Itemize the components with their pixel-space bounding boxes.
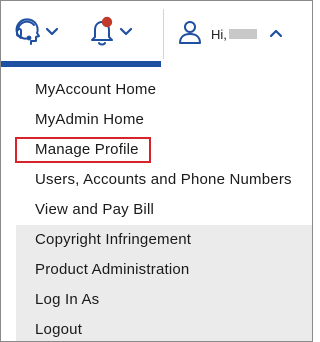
primary-menu-group: MyAccount Home MyAdmin Home Manage Profi… [16, 75, 312, 225]
top-navigation-bar: Hi, [1, 1, 312, 67]
chevron-down-icon [119, 24, 133, 42]
support-menu-button[interactable] [13, 15, 61, 51]
bell-icon [87, 15, 117, 52]
notification-dot [101, 16, 113, 27]
username-redacted [228, 29, 257, 39]
active-section-indicator [1, 61, 161, 67]
user-menu-button[interactable]: Hi, [177, 17, 309, 51]
menu-item-copyright-infringement[interactable]: Copyright Infringement [16, 225, 312, 255]
user-icon [177, 19, 203, 50]
chevron-down-icon [45, 24, 59, 42]
headset-support-icon [13, 16, 41, 51]
menu-item-myadmin-home[interactable]: MyAdmin Home [16, 105, 312, 135]
menu-item-log-in-as[interactable]: Log In As [16, 285, 312, 315]
user-greeting: Hi, [211, 26, 227, 42]
menu-item-manage-profile[interactable]: Manage Profile [16, 135, 312, 165]
user-dropdown-menu: MyAccount Home MyAdmin Home Manage Profi… [16, 75, 312, 341]
secondary-menu-group: Copyright Infringement Product Administr… [16, 225, 312, 341]
menu-item-myaccount-home[interactable]: MyAccount Home [16, 75, 312, 105]
header-divider [163, 9, 164, 59]
menu-item-view-and-pay-bill[interactable]: View and Pay Bill [16, 195, 312, 225]
menu-item-logout[interactable]: Logout [16, 315, 312, 341]
menu-item-product-administration[interactable]: Product Administration [16, 255, 312, 285]
menu-item-users-accounts-phone-numbers[interactable]: Users, Accounts and Phone Numbers [16, 165, 312, 195]
app-frame: Hi, MyAccount Home MyAdmin Home Manage P… [0, 0, 313, 342]
notifications-button[interactable] [87, 15, 139, 51]
chevron-up-icon [269, 25, 283, 43]
